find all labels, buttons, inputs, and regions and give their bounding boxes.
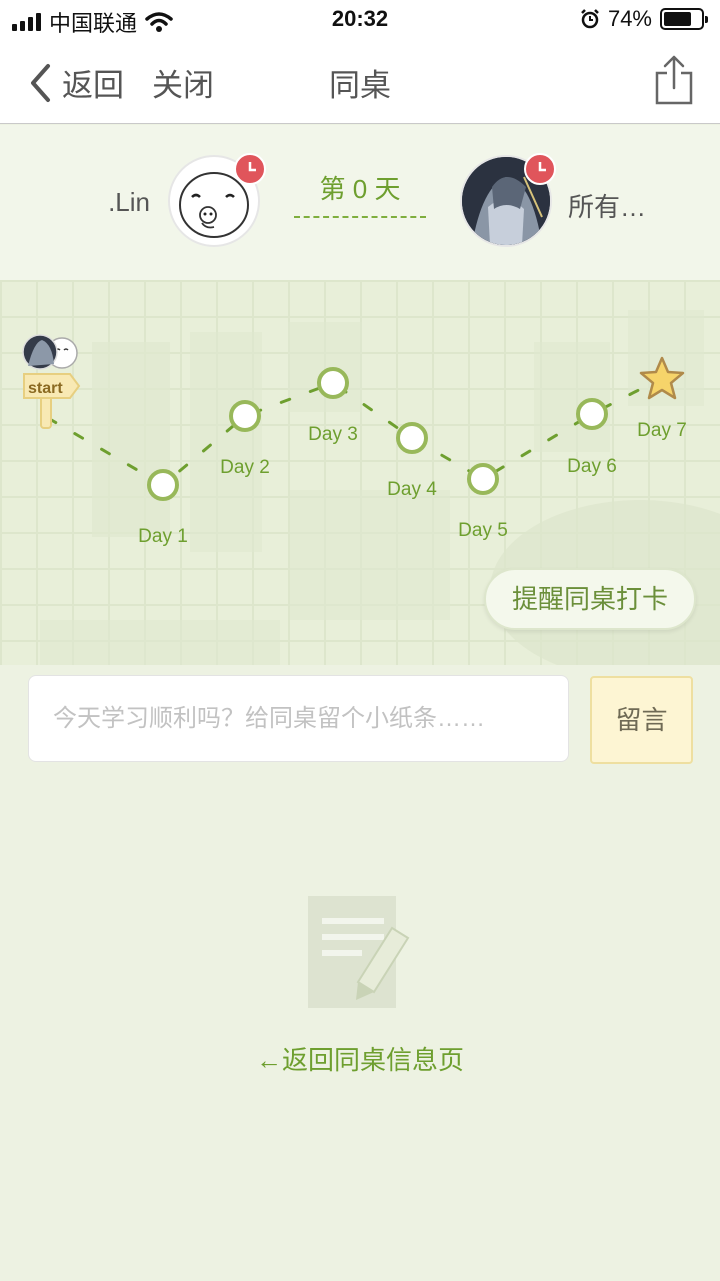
day-7-label: Day 7: [637, 420, 687, 441]
day-4-label: Day 4: [387, 479, 437, 500]
deskmate-name: 所有…: [568, 192, 647, 222]
page-title: 同桌: [329, 68, 391, 103]
my-name: .Lin: [108, 187, 150, 217]
day-1-label: Day 1: [138, 526, 188, 547]
alarm-icon: [581, 9, 599, 29]
back-button[interactable]: 返回: [28, 60, 124, 105]
close-button[interactable]: 关闭: [152, 60, 214, 105]
day-2-label: Day 2: [220, 457, 270, 478]
note-pencil-icon: [308, 896, 410, 1008]
status-bar: 中国联通 20:32 74%: [0, 0, 720, 40]
battery-icon: [660, 8, 708, 30]
day-counter: 第 0 天: [319, 174, 401, 204]
day-5-label: Day 5: [458, 520, 508, 541]
message-input[interactable]: [28, 675, 569, 762]
journey-map: start Day 1 Day 2 Day 3 Day 4 Day 5 Day …: [0, 280, 720, 665]
day-3-label: Day 3: [308, 424, 358, 445]
back-label: 返回: [62, 68, 124, 103]
battery-percent: 74%: [607, 6, 652, 31]
back-to-deskmate-info-link[interactable]: ←返回同桌信息页: [256, 1045, 464, 1075]
battery-fill: [664, 12, 691, 26]
status-right: 74%: [580, 6, 708, 32]
chevron-left-icon: [31, 63, 50, 102]
nav-bar: 返回 关闭 同桌: [0, 40, 720, 124]
clock-badge-icon: [524, 153, 556, 185]
day-6-label: Day 6: [567, 456, 617, 477]
remind-checkin-button[interactable]: 提醒同桌打卡: [484, 568, 696, 630]
start-sign-label: start: [28, 380, 63, 397]
day-underline: [294, 216, 426, 218]
deskmate-header: .Lin 第 0 天 所有…: [0, 125, 720, 280]
leave-message-button[interactable]: 留言: [590, 676, 693, 764]
share-icon[interactable]: [654, 54, 694, 106]
clock-badge-icon: [234, 153, 266, 185]
